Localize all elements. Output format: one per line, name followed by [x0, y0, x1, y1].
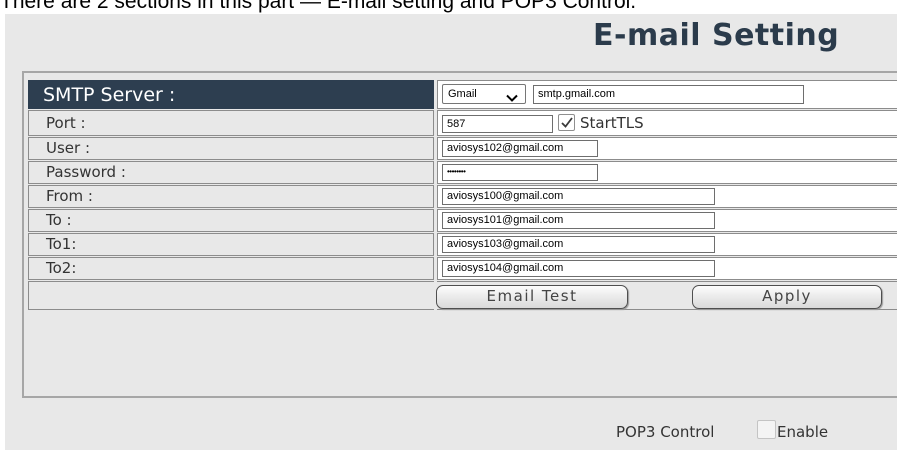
- to-value-cell: aviosys101@gmail.com: [437, 209, 897, 232]
- smtp-server-row: SMTP Server : Gmail smtp.gmail.com: [28, 80, 897, 109]
- email-test-button[interactable]: Email Test: [436, 285, 628, 309]
- password-input[interactable]: ••••••••: [442, 164, 598, 181]
- password-row: Password : ••••••••: [28, 161, 897, 184]
- user-row: User : aviosys102@gmail.com: [28, 137, 897, 160]
- smtp-server-label: SMTP Server :: [28, 80, 434, 109]
- chevron-down-icon: [506, 90, 518, 102]
- to-row: To : aviosys101@gmail.com: [28, 209, 897, 232]
- to2-value-cell: aviosys104@gmail.com: [437, 257, 897, 280]
- intro-text: There are 2 sections in this part — E-ma…: [0, 0, 637, 13]
- buttons-cell: Email Test Apply: [436, 281, 897, 310]
- pop3-enable-label: Enable: [777, 423, 829, 441]
- user-value-cell: aviosys102@gmail.com: [437, 137, 897, 160]
- pop3-control-label: POP3 Control: [616, 423, 715, 441]
- smtp-server-value-cell: Gmail smtp.gmail.com: [437, 80, 897, 109]
- smtp-server-input[interactable]: smtp.gmail.com: [533, 85, 804, 104]
- to1-input[interactable]: aviosys103@gmail.com: [442, 236, 715, 253]
- user-label: User :: [28, 137, 434, 160]
- to1-value-cell: aviosys103@gmail.com: [437, 233, 897, 256]
- to-label: To :: [28, 209, 434, 232]
- from-row: From : aviosys100@gmail.com: [28, 185, 897, 208]
- port-label: Port :: [28, 110, 434, 136]
- starttls-label: StartTLS: [580, 114, 644, 132]
- smtp-provider-select[interactable]: Gmail: [442, 84, 526, 104]
- to1-label: To1:: [28, 233, 434, 256]
- password-value-cell: ••••••••: [437, 161, 897, 184]
- user-input[interactable]: aviosys102@gmail.com: [442, 140, 598, 157]
- port-input[interactable]: 587: [442, 115, 553, 133]
- checkmark-icon: [561, 117, 573, 128]
- password-label: Password :: [28, 161, 434, 184]
- to2-row: To2: aviosys104@gmail.com: [28, 257, 897, 280]
- starttls-checkbox[interactable]: [558, 114, 575, 131]
- port-row: Port : 587 StartTLS: [28, 110, 897, 136]
- from-label: From :: [28, 185, 434, 208]
- to1-row: To1: aviosys103@gmail.com: [28, 233, 897, 256]
- to-input[interactable]: aviosys101@gmail.com: [442, 212, 715, 229]
- page-title: E-mail Setting: [593, 18, 840, 53]
- from-input[interactable]: aviosys100@gmail.com: [442, 188, 715, 205]
- pop3-enable-checkbox[interactable]: [757, 420, 776, 439]
- to2-input[interactable]: aviosys104@gmail.com: [442, 260, 715, 277]
- buttons-row: Email Test Apply: [28, 281, 897, 310]
- port-value-cell: 587 StartTLS: [437, 110, 897, 136]
- email-setting-panel: E-mail Setting SMTP Server : Gmail smtp.…: [5, 14, 897, 450]
- apply-button[interactable]: Apply: [692, 285, 882, 309]
- page: There are 2 sections in this part — E-ma…: [0, 0, 897, 450]
- from-value-cell: aviosys100@gmail.com: [437, 185, 897, 208]
- email-settings-table: SMTP Server : Gmail smtp.gmail.com Port …: [22, 71, 897, 398]
- smtp-provider-selected: Gmail: [448, 88, 477, 100]
- to2-label: To2:: [28, 257, 434, 280]
- buttons-row-blank-cell: [28, 281, 434, 310]
